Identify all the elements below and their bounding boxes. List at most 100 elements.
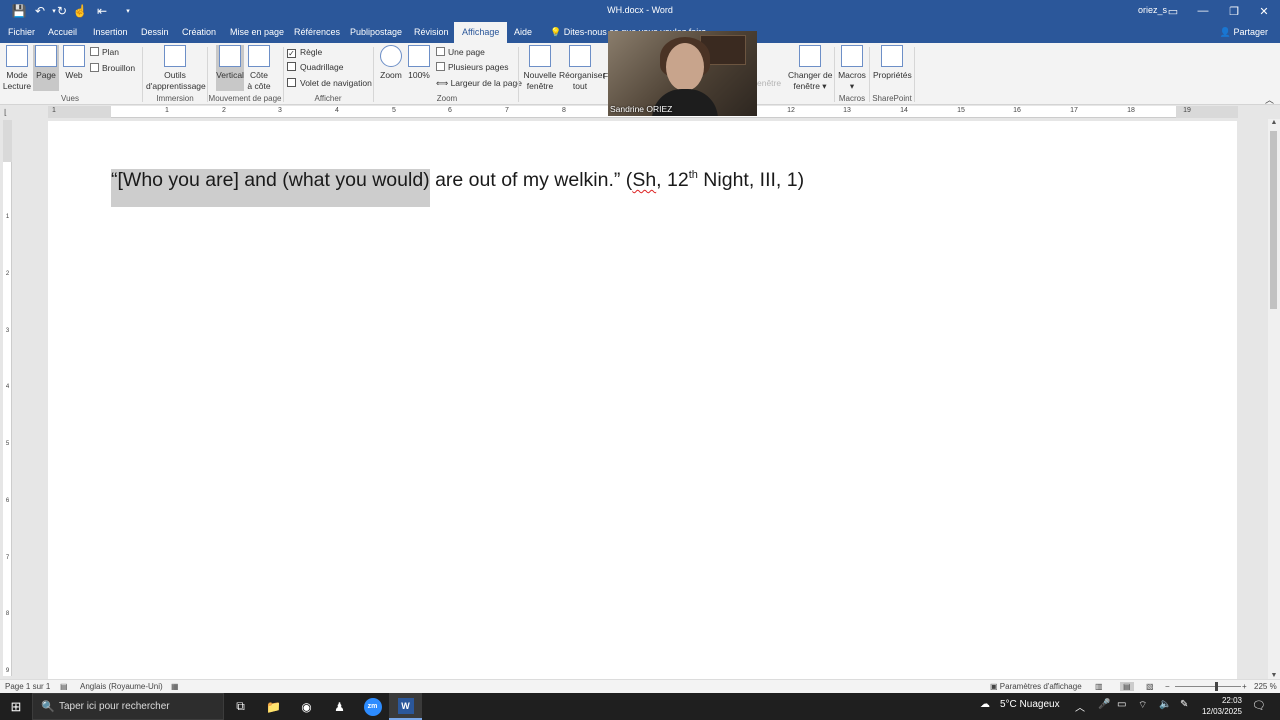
zoom-in-icon[interactable]: + (1242, 682, 1247, 691)
task-view-icon[interactable]: ⧉ (224, 693, 257, 720)
web-view-button[interactable]: Web (61, 45, 87, 81)
separator (834, 47, 835, 102)
tab-selector[interactable]: ⌊ (4, 108, 7, 117)
tab-mise-en-page[interactable]: Mise en page (226, 22, 288, 43)
tab-dessin[interactable]: Dessin (137, 22, 173, 43)
ruler-number: 14 (900, 107, 908, 114)
participant-face (666, 43, 704, 91)
taskbar-search[interactable]: 🔍 Taper ici pour rechercher (32, 693, 224, 720)
tab-insertion[interactable]: Insertion (89, 22, 132, 43)
macros-button[interactable]: Macros ▾ (838, 45, 866, 91)
zoom-percentage[interactable]: 225 % (1254, 682, 1277, 691)
ribbon-display-icon[interactable]: ▭ (1158, 0, 1188, 22)
read-mode-view-icon[interactable]: ▥ (1095, 682, 1103, 691)
windows-start-icon[interactable]: ⊞ (0, 693, 32, 720)
check-icon: ✓ (287, 49, 296, 58)
brouillon-button[interactable]: Brouillon (90, 63, 135, 73)
zoom-button[interactable]: Zoom (378, 45, 404, 81)
tab-publipostage[interactable]: Publipostage (346, 22, 406, 43)
tab-creation[interactable]: Création (178, 22, 220, 43)
restore-button[interactable]: ❐ (1219, 0, 1249, 22)
zoom-slider-knob[interactable] (1215, 682, 1218, 691)
system-clock[interactable]: 22:03 12/03/2025 (1202, 695, 1242, 717)
tab-revision[interactable]: Révision (410, 22, 453, 43)
collapse-ribbon-icon[interactable]: ︿ (1265, 93, 1274, 106)
minimize-button[interactable]: — (1188, 0, 1218, 22)
plan-button[interactable]: Plan (90, 47, 119, 57)
mode-lecture-button[interactable]: Mode Lecture (2, 45, 32, 91)
ruler-top-margin (3, 120, 12, 162)
word-app-icon[interactable]: W (389, 693, 422, 720)
zoom-100-button[interactable]: 100% (407, 45, 431, 81)
proofing-icon[interactable]: ▤ (60, 682, 68, 691)
macro-record-icon[interactable]: ▦ (171, 682, 179, 691)
ruler-number: 1 (52, 107, 56, 114)
clock-time: 22:03 (1221, 696, 1242, 705)
plusieurs-pages-button[interactable]: Plusieurs pages (436, 62, 508, 72)
nouvelle-fenetre-button[interactable]: Nouvelle fenêtre (523, 45, 557, 91)
share-button[interactable]: 👤 Partager (1220, 22, 1268, 43)
scroll-up-icon[interactable]: ▲ (1268, 119, 1280, 126)
scroll-down-icon[interactable]: ▼ (1268, 672, 1280, 679)
weather-text[interactable]: 5°C Nuageux (1000, 699, 1060, 710)
spelling-error-text[interactable]: Sh (632, 169, 656, 191)
outils-label-1: Outils (164, 70, 186, 80)
pdf-reader-icon[interactable]: ♟ (323, 693, 356, 720)
tab-accueil[interactable]: Accueil (44, 22, 81, 43)
selected-text[interactable]: “[Who you are] and (what you would) (111, 169, 430, 207)
tab-fichier[interactable]: Fichier (4, 22, 39, 43)
vertical-ruler[interactable]: 1 2 3 4 5 6 7 8 9 (3, 120, 12, 676)
ruler-number: 3 (278, 107, 282, 114)
chrome-icon[interactable]: ◉ (290, 693, 323, 720)
chevron-up-icon[interactable]: ︿ (1075, 699, 1085, 714)
web-view-label: Web (65, 70, 83, 80)
reorganiser-tout-button[interactable]: Réorganiser tout (559, 45, 605, 91)
zoom-slider[interactable] (1175, 682, 1241, 691)
tab-aide[interactable]: Aide (510, 22, 536, 43)
volume-icon[interactable]: 🔈 (1159, 699, 1171, 710)
video-thumbnail[interactable]: Sandrine ORIEZ (608, 31, 757, 116)
person-icon: 👤 (1219, 27, 1231, 37)
close-button[interactable]: ✕ (1249, 0, 1279, 22)
wifi-icon[interactable]: ⌔ (1138, 699, 1147, 712)
learning-tools-icon (164, 45, 186, 67)
document-paragraph[interactable]: “[Who you are] and (what you would) are … (111, 160, 804, 207)
reorg-label-2: tout (572, 80, 588, 91)
weather-icon[interactable]: ☁ (980, 699, 990, 710)
web-layout-view-icon[interactable]: ▧ (1146, 682, 1154, 691)
tab-references[interactable]: Références (290, 22, 344, 43)
outils-apprentissage-button[interactable]: Outils d'apprentissage (146, 45, 206, 91)
page-count[interactable]: Page 1 sur 1 (5, 682, 50, 691)
une-page-button[interactable]: Une page (436, 47, 485, 57)
battery-icon[interactable]: ▭ (1117, 699, 1126, 710)
display-settings-button[interactable]: ▣ Paramètres d'affichage (990, 682, 1082, 691)
vertical-scrollbar[interactable]: ▲ ▼ (1268, 119, 1280, 679)
ruler-number: 17 (1070, 107, 1078, 114)
regle-checkbox[interactable]: ✓ Règle (287, 47, 322, 58)
volet-navigation-checkbox[interactable]: Volet de navigation (287, 78, 372, 88)
microphone-icon[interactable]: 🎤 (1098, 699, 1110, 710)
quadrillage-checkbox[interactable]: Quadrillage (287, 62, 343, 72)
ruler-number: 8 (5, 611, 10, 617)
vertical-button[interactable]: Vertical (216, 45, 244, 91)
language-status[interactable]: Anglais (Royaume-Uni) (80, 682, 163, 691)
volet-label: Volet de navigation (300, 78, 372, 88)
zoom-out-icon[interactable]: − (1165, 682, 1170, 691)
proprietes-button[interactable]: Propriétés (873, 45, 912, 81)
scrollbar-thumb[interactable] (1270, 131, 1277, 309)
ruler-number: 5 (392, 107, 396, 114)
tab-affichage[interactable]: Affichage (454, 22, 508, 43)
pen-icon[interactable]: ✎ (1180, 699, 1188, 710)
page-view-button[interactable]: Page (33, 45, 59, 91)
search-placeholder: Taper ici pour rechercher (59, 701, 170, 712)
file-explorer-icon[interactable]: 📁 (257, 693, 290, 720)
largeur-page-button[interactable]: ⟺ Largeur de la page (436, 78, 522, 89)
une-page-label: Une page (448, 47, 485, 57)
taskbar: ⊞ 🔍 Taper ici pour rechercher ⧉ 📁 ◉ ♟ zm … (0, 693, 1280, 720)
cote-a-cote-button[interactable]: Côte à côte (246, 45, 272, 91)
notification-icon[interactable]: 🗨 (1252, 699, 1266, 712)
zoom-app-icon[interactable]: zm (356, 693, 389, 720)
changer-fenetre-button[interactable]: Changer de fenêtre ▾ (788, 45, 832, 91)
print-layout-view-icon[interactable]: ▤ (1120, 682, 1134, 691)
zoom-label: Zoom (380, 70, 402, 80)
